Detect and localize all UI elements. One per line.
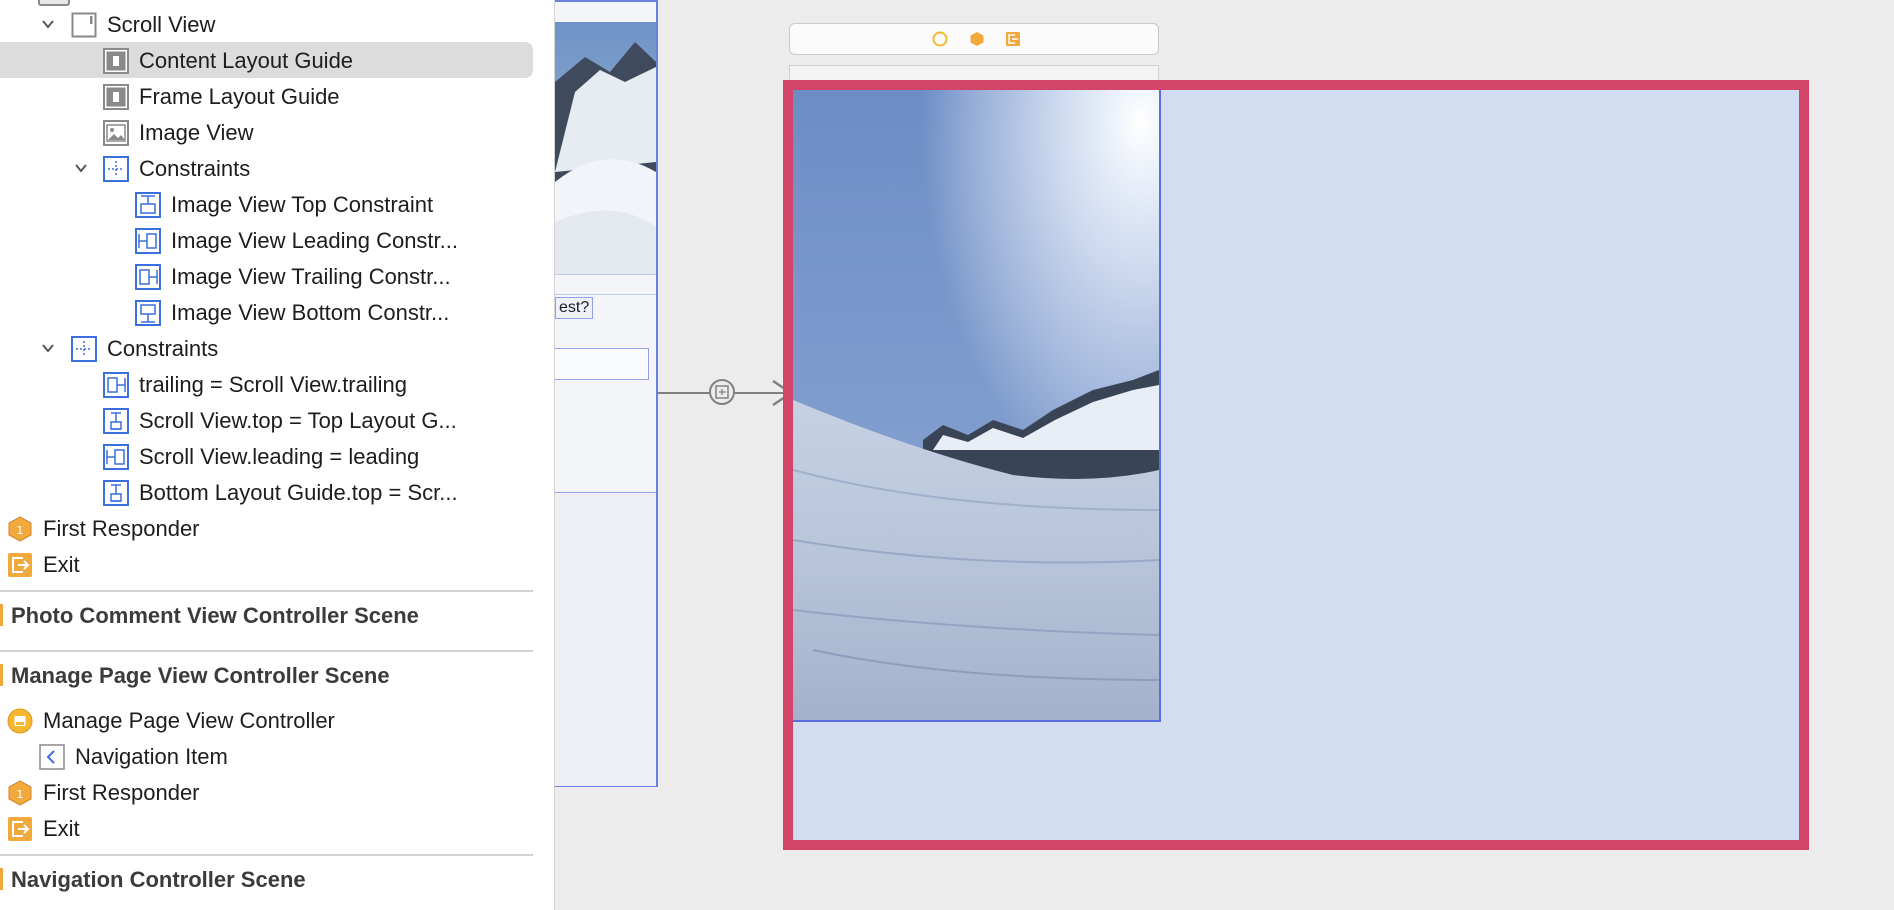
scene-title-photo-comment[interactable]: Photo Comment View Controller Scene [11, 603, 419, 629]
outline-row-label: Image View Top Constraint [171, 192, 434, 217]
outline-row-label: Image View Bottom Constr... [171, 300, 450, 325]
scene-divider [0, 590, 533, 592]
outline-row-label: Constraints [107, 336, 219, 361]
outline-row-label: Image View Trailing Constr... [171, 264, 451, 289]
first-responder-icon: 1 [7, 780, 33, 806]
exit-icon [7, 552, 33, 578]
separator [555, 294, 656, 295]
lower-content-area [555, 492, 656, 786]
constraints-icon [71, 336, 97, 362]
storyboard-canvas[interactable]: est? [555, 0, 1894, 910]
vertical-constraint-icon [103, 408, 129, 434]
outline-row-label: Exit [43, 552, 80, 577]
image-view[interactable] [793, 90, 1161, 722]
outline-row-image-view-bottom-constraint[interactable]: Image View Bottom Constr... [0, 294, 533, 330]
scene-marker [0, 604, 3, 626]
top-constraint-icon [135, 192, 161, 218]
outline-row-constraints[interactable]: Constraints [0, 150, 533, 186]
outline-row-label: Image View Leading Constr... [171, 228, 458, 253]
exit-icon [7, 816, 33, 842]
outline-row-label: Constraints [139, 156, 251, 181]
outline-row-label: Bottom Layout Guide.top = Scr... [139, 480, 458, 505]
outline-row-label: Frame Layout Guide [139, 84, 340, 109]
question-label[interactable]: est? [555, 297, 594, 319]
outline-row-bottom-layout-constraint[interactable]: Bottom Layout Guide.top = Scr... [0, 474, 533, 510]
outline-row-label: Scroll View.leading = leading [139, 444, 420, 469]
separator [555, 274, 656, 275]
document-outline: Scroll View Content Layout Guide Frame L… [0, 0, 555, 910]
outline-row-trailing-constraint[interactable]: trailing = Scroll View.trailing [0, 366, 533, 402]
outline-row-exit[interactable]: Exit [0, 810, 533, 846]
outline-row-leading-constraint[interactable]: Scroll View.leading = leading [0, 438, 533, 474]
outline-row-top-constraint[interactable]: Scroll View.top = Top Layout G... [0, 402, 533, 438]
svg-text:1: 1 [17, 524, 24, 537]
outline-row-label: Manage Page View Controller [43, 708, 335, 733]
outline-row-image-view-top-constraint[interactable]: Image View Top Constraint [0, 186, 533, 222]
view-controller-icon[interactable] [932, 31, 948, 47]
trailing-constraint-icon [103, 372, 129, 398]
outline-row-label: Image View [139, 120, 254, 145]
image-view-icon [103, 120, 129, 146]
outline-row-label: Exit [43, 816, 80, 841]
previous-scene[interactable]: est? [555, 0, 658, 787]
outline-row-label: First Responder [43, 780, 200, 805]
outline-row-image-view-leading-constraint[interactable]: Image View Leading Constr... [0, 222, 533, 258]
exit-icon[interactable] [1005, 31, 1021, 47]
scene-title-navigation-controller[interactable]: Navigation Controller Scene [11, 867, 306, 893]
outline-row-label: Content Layout Guide [139, 48, 354, 73]
view-controller-icon [7, 708, 33, 734]
segue-icon[interactable] [709, 379, 735, 405]
scene-marker [0, 664, 3, 686]
outline-row-manage-page-view-controller[interactable]: Manage Page View Controller [0, 702, 533, 738]
leading-constraint-icon [103, 444, 129, 470]
chevron-down-icon[interactable] [73, 160, 89, 176]
outline-row-image-view-trailing-constraint[interactable]: Image View Trailing Constr... [0, 258, 533, 294]
navigation-item-icon [39, 744, 65, 770]
outline-row-first-responder[interactable]: 1 First Responder [0, 510, 533, 546]
constraints-icon [103, 156, 129, 182]
layout-guide-icon [103, 48, 129, 74]
vertical-constraint-icon [103, 480, 129, 506]
scene-divider [0, 650, 533, 652]
scene-divider [0, 854, 533, 856]
svg-text:1: 1 [17, 788, 24, 801]
bottom-constraint-icon [135, 300, 161, 326]
outline-row-label: trailing = Scroll View.trailing [139, 372, 407, 397]
outline-row-content-layout-guide[interactable]: Content Layout Guide [0, 42, 533, 78]
scene-title-manage-page[interactable]: Manage Page View Controller Scene [11, 663, 390, 689]
outline-row-label: Scroll View [107, 12, 216, 37]
outline-row-label: Scroll View.top = Top Layout G... [139, 408, 457, 433]
outline-row-label: Navigation Item [75, 744, 228, 769]
first-responder-icon: 1 [7, 516, 33, 542]
selected-scroll-view[interactable] [783, 80, 1809, 850]
outline-row-first-responder[interactable]: 1 First Responder [0, 774, 533, 810]
chevron-down-icon[interactable] [40, 16, 56, 32]
first-responder-icon[interactable] [969, 31, 985, 47]
layout-guide-icon [103, 84, 129, 110]
scroll-view-icon [71, 12, 97, 38]
outline-row-label: First Responder [43, 516, 200, 541]
outline-row-image-view[interactable]: Image View [0, 114, 533, 150]
outline-row-scroll-view[interactable]: Scroll View [0, 6, 533, 42]
leading-constraint-icon [135, 228, 161, 254]
chevron-down-icon[interactable] [40, 340, 56, 356]
trailing-constraint-icon [135, 264, 161, 290]
outline-row-frame-layout-guide[interactable]: Frame Layout Guide [0, 78, 533, 114]
comment-text-field[interactable] [555, 348, 649, 380]
previous-scene-image [555, 22, 656, 274]
scene-dock[interactable] [789, 23, 1159, 55]
outline-row-exit[interactable]: Exit [0, 546, 533, 582]
scene-marker [0, 868, 3, 890]
outline-row-constraints[interactable]: Constraints [0, 330, 533, 366]
outline-row-navigation-item[interactable]: Navigation Item [0, 738, 533, 774]
